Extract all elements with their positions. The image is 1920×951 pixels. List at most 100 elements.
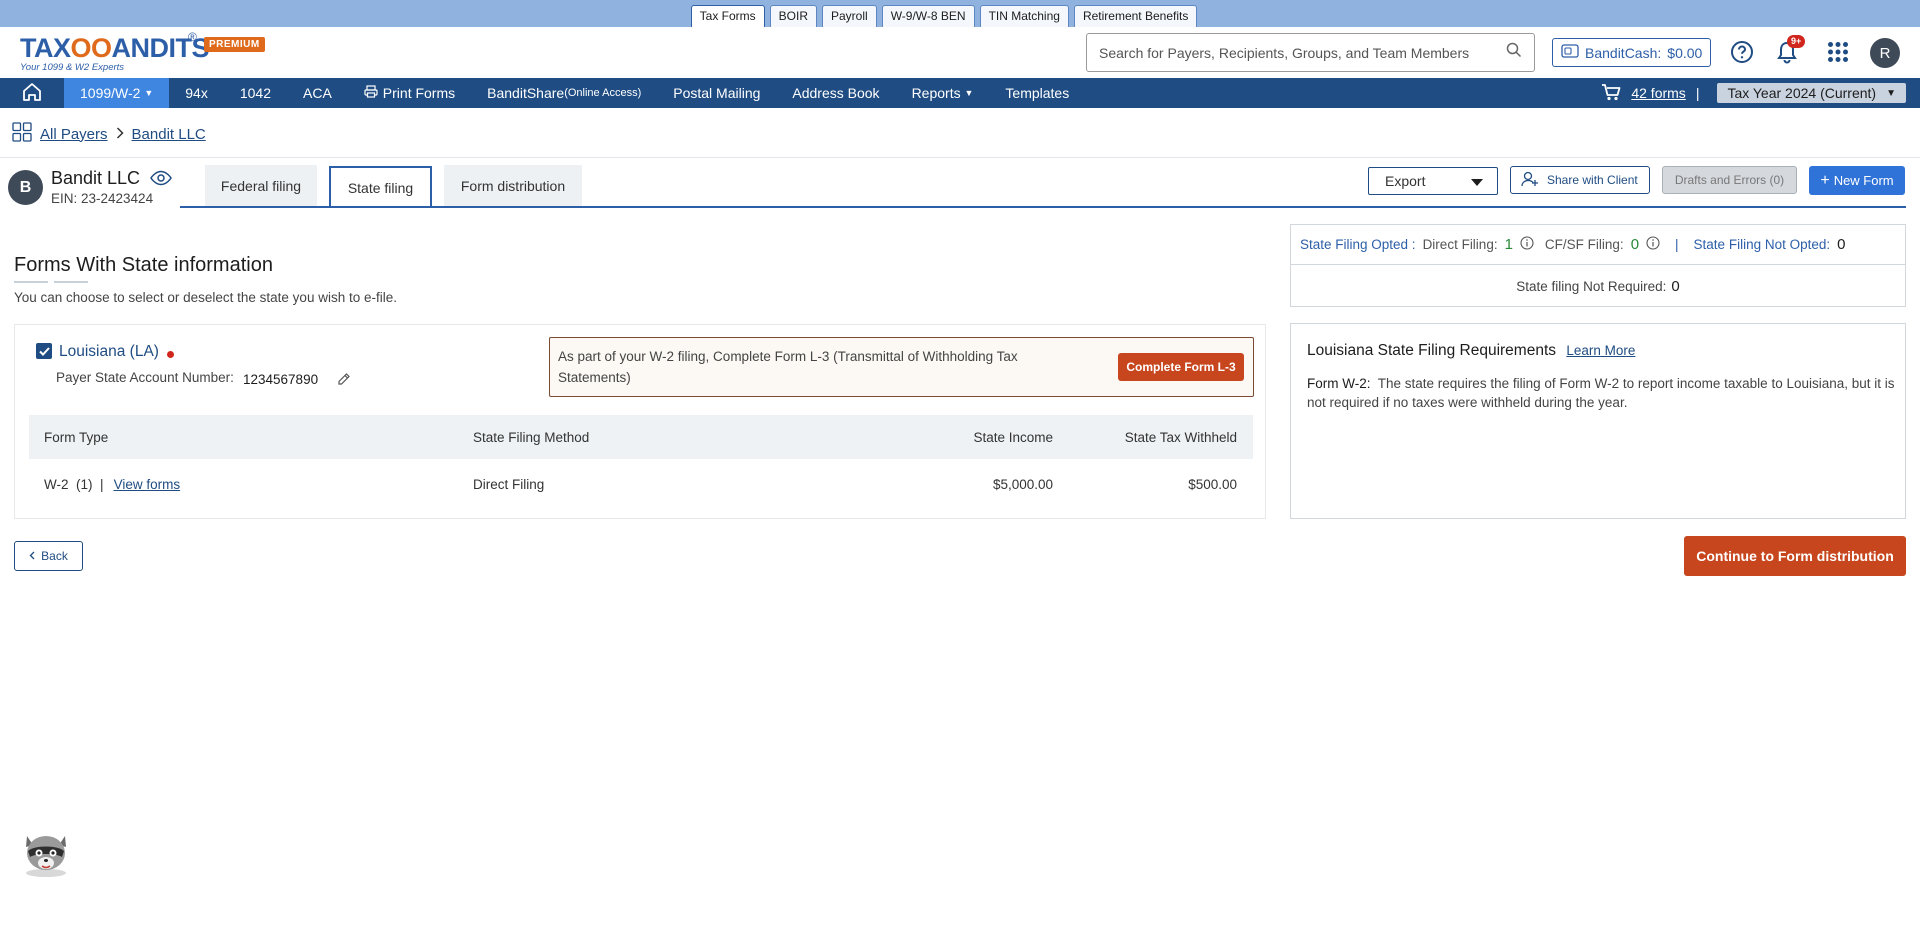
complete-form-l3-button[interactable]: Complete Form L-3	[1118, 353, 1244, 381]
product-tabs-bar: Tax Forms BOIR Payroll W-9/W-8 BEN TIN M…	[0, 0, 1920, 27]
state-card: Louisiana (LA) Payer State Account Numbe…	[14, 324, 1266, 519]
apps-grid-icon[interactable]	[1824, 38, 1852, 66]
toptab-tin-matching[interactable]: TIN Matching	[979, 5, 1069, 27]
wallet-icon	[1561, 44, 1579, 61]
not-opted-label: State Filing Not Opted:	[1693, 237, 1831, 252]
account-number: 1234567890	[243, 372, 319, 387]
cfsf-label: CF/SF Filing:	[1544, 237, 1624, 252]
section-title: Forms With State information	[14, 254, 273, 276]
search-icon[interactable]	[1506, 42, 1522, 63]
direct-filing-label: Direct Filing:	[1422, 237, 1498, 252]
learn-more-link[interactable]: Learn More	[1566, 343, 1635, 358]
nav-94x[interactable]: 94x	[169, 78, 224, 108]
info-icon[interactable]	[1646, 236, 1660, 253]
nav-address-book[interactable]: Address Book	[776, 78, 895, 108]
cfsf-count: 0	[1630, 236, 1640, 253]
filing-method: Direct Filing	[473, 476, 545, 492]
help-icon[interactable]	[1728, 38, 1756, 66]
search-input[interactable]	[1099, 44, 1506, 61]
global-search	[1086, 33, 1535, 72]
section-subtitle: You can choose to select or deselect the…	[14, 290, 397, 305]
plus-icon: +	[1820, 171, 1830, 189]
add-user-icon	[1521, 171, 1539, 190]
title-underline	[14, 281, 48, 283]
bandit-cash-button[interactable]: BanditCash: $0.00	[1552, 38, 1711, 67]
nav-aca[interactable]: ACA	[287, 78, 348, 108]
toptab-tax-forms[interactable]: Tax Forms	[690, 5, 765, 27]
toptab-boir[interactable]: BOIR	[769, 5, 817, 27]
header: TAXOOANDITS ® Your 1099 & W2 Experts PRE…	[0, 27, 1920, 78]
caret-down-icon: ▼	[144, 88, 154, 98]
title-underline	[54, 281, 88, 283]
premium-badge: PREMIUM	[204, 37, 265, 52]
chevron-right-icon	[116, 126, 124, 143]
logo-tagline: Your 1099 & W2 Experts	[20, 62, 125, 73]
col-state-income: State Income	[973, 429, 1053, 445]
nav-postal-mailing[interactable]: Postal Mailing	[657, 78, 776, 108]
nav-divider: |	[1695, 85, 1700, 101]
breadcrumb: All Payers Bandit LLC	[12, 122, 206, 146]
cart-icon[interactable]	[1601, 83, 1621, 104]
new-form-button[interactable]: + New Form	[1809, 166, 1905, 195]
account-label: Payer State Account Number:	[56, 370, 234, 385]
not-required-label: State filing Not Required:	[1516, 278, 1667, 294]
edit-icon[interactable]	[337, 372, 351, 391]
nav-reports[interactable]: Reports ▼	[896, 78, 990, 108]
nav-right: 42 forms | Tax Year 2024 (Current) ▼	[1601, 78, 1906, 108]
nav-1099-w2[interactable]: 1099/W-2 ▼	[64, 78, 170, 108]
cart-forms-link[interactable]: 42 forms	[1631, 85, 1685, 101]
tab-form-distribution[interactable]: Form distribution	[444, 165, 582, 207]
opted-label: State Filing Opted :	[1300, 237, 1416, 252]
state-income: $5,000.00	[992, 476, 1053, 492]
toptab-w9-w8ben[interactable]: W-9/W-8 BEN	[881, 5, 975, 27]
status-dot	[167, 351, 174, 358]
nav-print-forms[interactable]: Print Forms	[348, 78, 471, 108]
form-label: Form W-2:	[1307, 376, 1371, 391]
chat-mascot-icon[interactable]	[18, 823, 74, 879]
user-avatar[interactable]: R	[1870, 38, 1900, 68]
continue-to-form-distribution-button[interactable]: Continue to Form distribution	[1684, 536, 1906, 576]
nav-1042[interactable]: 1042	[224, 78, 287, 108]
form-type: W-2	[44, 476, 69, 492]
caret-down-icon: ▼	[1886, 87, 1896, 99]
divider	[0, 157, 1920, 158]
form-count: (1)	[76, 476, 93, 492]
state-checkbox[interactable]	[36, 343, 52, 359]
payers-grid-icon	[12, 122, 32, 146]
nav-banditshare[interactable]: BanditShare (Online Access)	[471, 78, 657, 108]
view-forms-link[interactable]: View forms	[114, 477, 181, 492]
tax-year-select[interactable]: Tax Year 2024 (Current) ▼	[1717, 83, 1906, 103]
eye-icon[interactable]	[150, 170, 172, 191]
share-with-client-button[interactable]: Share with Client	[1510, 166, 1650, 194]
toptab-payroll[interactable]: Payroll	[822, 5, 877, 27]
export-dropdown[interactable]: Export	[1368, 167, 1498, 195]
bandit-cash-amount: $0.00	[1667, 44, 1703, 61]
drafts-and-errors-button[interactable]: Drafts and Errors (0)	[1662, 166, 1797, 194]
breadcrumb-payer[interactable]: Bandit LLC	[132, 126, 206, 143]
payer-avatar: B	[8, 170, 43, 205]
tab-state-filing[interactable]: State filing	[329, 166, 432, 208]
requirements-title: Louisiana State Filing Requirements Lear…	[1307, 342, 1636, 359]
nav-templates[interactable]: Templates	[989, 78, 1085, 108]
taxbandits-logo[interactable]: TAXOOANDITS ® Your 1099 & W2 Experts PRE…	[20, 30, 270, 77]
breadcrumb-all-payers[interactable]: All Payers	[40, 126, 108, 143]
caret-down-icon: ▼	[964, 88, 974, 98]
col-state-tax-withheld: State Tax Withheld	[1124, 429, 1237, 445]
state-tax-withheld: $500.00	[1188, 476, 1237, 492]
nav-home[interactable]	[0, 78, 64, 108]
main-nav: 1099/W-2 ▼ 94x 1042 ACA Print Forms Band…	[0, 78, 1920, 108]
not-opted-count: 0	[1837, 236, 1846, 253]
tab-federal-filing[interactable]: Federal filing	[205, 165, 317, 207]
info-icon[interactable]	[1520, 236, 1534, 253]
not-required-count: 0	[1671, 277, 1680, 295]
notice-text: As part of your W-2 filing, Complete For…	[558, 349, 1018, 385]
toptab-retirement-benefits[interactable]: Retirement Benefits	[1073, 5, 1198, 27]
printer-icon	[364, 85, 378, 101]
table-header: Form Type State Filing Method State Inco…	[29, 415, 1253, 459]
caret-down-icon	[1471, 173, 1483, 189]
direct-filing-count: 1	[1504, 236, 1513, 253]
form-l3-notice: As part of your W-2 filing, Complete For…	[549, 337, 1254, 397]
state-requirements-panel: Louisiana State Filing Requirements Lear…	[1290, 323, 1906, 519]
back-button[interactable]: Back	[14, 541, 83, 571]
home-icon	[22, 82, 42, 104]
